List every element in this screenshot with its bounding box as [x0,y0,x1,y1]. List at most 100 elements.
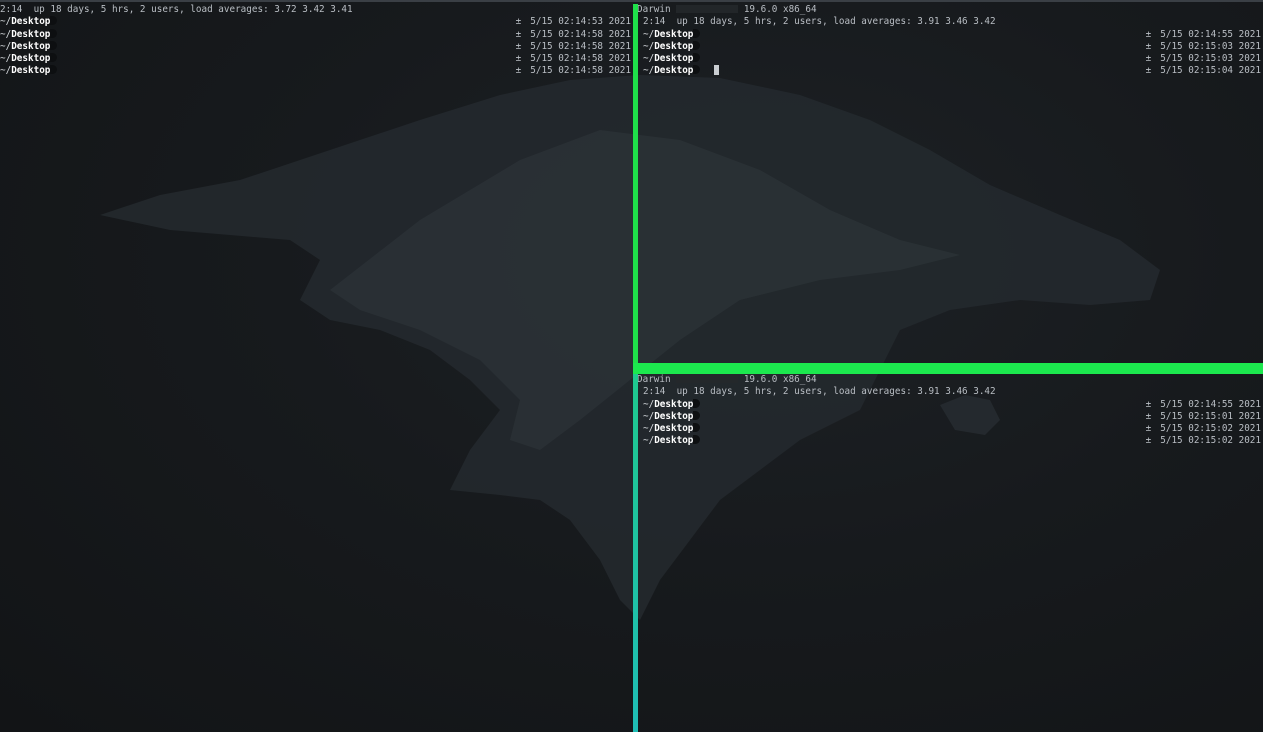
redacted-hostname [676,5,739,13]
prompt-path: ~/ [0,16,12,28]
git-status-icon: ± [1145,423,1152,435]
prompt-line: ~/Desktop ±5/15 02:14:55 2021 [637,398,1263,411]
text-cursor[interactable] [714,65,720,76]
git-status-icon: ± [1145,53,1152,65]
uptime-text: 2:14 up 18 days, 5 hrs, 2 users, load av… [643,16,996,28]
prompt-line: ~/Desktop ±5/15 02:15:01 2021 [637,410,1263,423]
prompt-dir: Desktop [654,398,694,410]
redacted-segment [693,435,701,445]
redacted-segment [693,53,701,63]
prompt-line-active[interactable]: ~/Desktop ±5/15 02:15:04 2021 [637,65,1263,77]
prompt-timestamp: 5/15 02:14:55 2021 [1160,28,1261,40]
prompt-line: ~/Desktop ±5/15 02:14:55 2021 [637,28,1263,41]
terminal-pane-bottom-right[interactable]: Darwin 19.6.0 x86_64 2:14 up 18 days, 5 … [637,374,1263,732]
prompt-path: ~/ [0,28,12,40]
uptime-text: 2:14 up 18 days, 5 hrs, 2 users, load av… [643,386,996,398]
prompt-path: ~/ [643,398,655,410]
git-status-icon: ± [1145,398,1152,410]
system-name: Darwin [637,4,671,15]
system-info-line: Darwin 19.6.0 x86_64 [637,374,1263,386]
terminal-window: 2:14 up 18 days, 5 hrs, 2 users, load av… [0,0,1263,732]
prompt-timestamp: 5/15 02:15:02 2021 [1160,435,1261,447]
prompt-line: ~/Desktop ±5/15 02:15:03 2021 [637,40,1263,53]
prompt-dir: Desktop [654,435,694,447]
git-status-icon: ± [1145,435,1152,447]
redacted-segment [50,16,58,26]
prompt-timestamp: 5/15 02:14:58 2021 [530,53,631,65]
prompt-path: ~/ [643,28,655,40]
redacted-segment [693,398,701,408]
redacted-segment [50,53,58,63]
system-version: 19.6.0 x86_64 [743,374,817,385]
prompt-timestamp: 5/15 02:14:58 2021 [530,28,631,40]
redacted-segment [50,40,58,50]
prompt-dir: Desktop [654,410,694,422]
prompt-timestamp: 5/15 02:14:53 2021 [530,16,631,28]
prompt-dir: Desktop [654,40,694,52]
prompt-line: ~/Desktop ±5/15 02:14:58 2021 [0,40,633,53]
prompt-timestamp: 5/15 02:15:03 2021 [1160,40,1261,52]
prompt-timestamp: 5/15 02:14:58 2021 [530,40,631,52]
redacted-segment [50,28,58,38]
redacted-segment [693,410,701,420]
redacted-segment [693,65,701,75]
prompt-path: ~/ [643,435,655,447]
git-status-icon: ± [515,16,522,28]
prompt-path: ~/ [643,53,655,65]
redacted-segment [693,40,701,50]
uptime-line: 2:14 up 18 days, 5 hrs, 2 users, load av… [637,16,1263,28]
prompt-dir: Desktop [11,28,51,40]
pane-divider-horizontal-active[interactable] [633,363,1263,374]
git-status-icon: ± [1145,410,1152,422]
git-status-icon: ± [515,65,522,77]
git-status-icon: ± [1145,65,1152,77]
system-name: Darwin [637,374,671,385]
git-status-icon: ± [515,28,522,40]
terminal-pane-left[interactable]: 2:14 up 18 days, 5 hrs, 2 users, load av… [0,4,633,732]
prompt-dir: Desktop [11,53,51,65]
prompt-path: ~/ [643,40,655,52]
prompt-timestamp: 5/15 02:14:58 2021 [530,65,631,77]
prompt-path: ~/ [643,65,655,77]
prompt-path: ~/ [643,423,655,435]
prompt-line: ~/Desktop ±5/15 02:14:58 2021 [0,28,633,41]
uptime-line: 2:14 up 18 days, 5 hrs, 2 users, load av… [0,4,633,16]
prompt-timestamp: 5/15 02:15:02 2021 [1160,423,1261,435]
prompt-timestamp: 5/15 02:14:55 2021 [1160,398,1261,410]
uptime-line: 2:14 up 18 days, 5 hrs, 2 users, load av… [637,386,1263,398]
prompt-line: ~/Desktop ±5/15 02:14:58 2021 [0,65,633,77]
git-status-icon: ± [1145,40,1152,52]
terminal-pane-top-right[interactable]: Darwin 19.6.0 x86_64 2:14 up 18 days, 5 … [637,4,1263,362]
prompt-line: ~/Desktop ±5/15 02:15:02 2021 [637,423,1263,435]
prompt-dir: Desktop [654,53,694,65]
git-status-icon: ± [515,40,522,52]
prompt-dir: Desktop [11,65,51,77]
prompt-path: ~/ [0,53,12,65]
prompt-path: ~/ [0,65,12,77]
pane-divider-vertical[interactable] [633,374,638,732]
prompt-dir: Desktop [654,28,694,40]
prompt-dir: Desktop [11,40,51,52]
git-status-icon: ± [1145,28,1152,40]
system-version: 19.6.0 x86_64 [743,4,817,15]
prompt-dir: Desktop [11,16,51,28]
redacted-segment [693,28,701,38]
prompt-line: ~/Desktop ±5/15 02:14:53 2021 [0,16,633,28]
redacted-hostname [676,375,739,383]
git-status-icon: ± [515,53,522,65]
redacted-segment [693,423,701,433]
prompt-line: ~/Desktop ±5/15 02:15:02 2021 [637,435,1263,447]
prompt-dir: Desktop [654,65,694,77]
system-info-line: Darwin 19.6.0 x86_64 [637,4,1263,16]
prompt-dir: Desktop [654,423,694,435]
pane-divider-vertical-active[interactable] [633,4,638,374]
prompt-path: ~/ [643,410,655,422]
prompt-timestamp: 5/15 02:15:03 2021 [1160,53,1261,65]
uptime-text: 2:14 up 18 days, 5 hrs, 2 users, load av… [0,4,353,15]
prompt-timestamp: 5/15 02:15:04 2021 [1160,65,1261,77]
redacted-segment [50,65,58,75]
prompt-path: ~/ [0,40,12,52]
prompt-timestamp: 5/15 02:15:01 2021 [1160,410,1261,422]
prompt-line: ~/Desktop ±5/15 02:14:58 2021 [0,53,633,65]
prompt-line: ~/Desktop ±5/15 02:15:03 2021 [637,53,1263,65]
